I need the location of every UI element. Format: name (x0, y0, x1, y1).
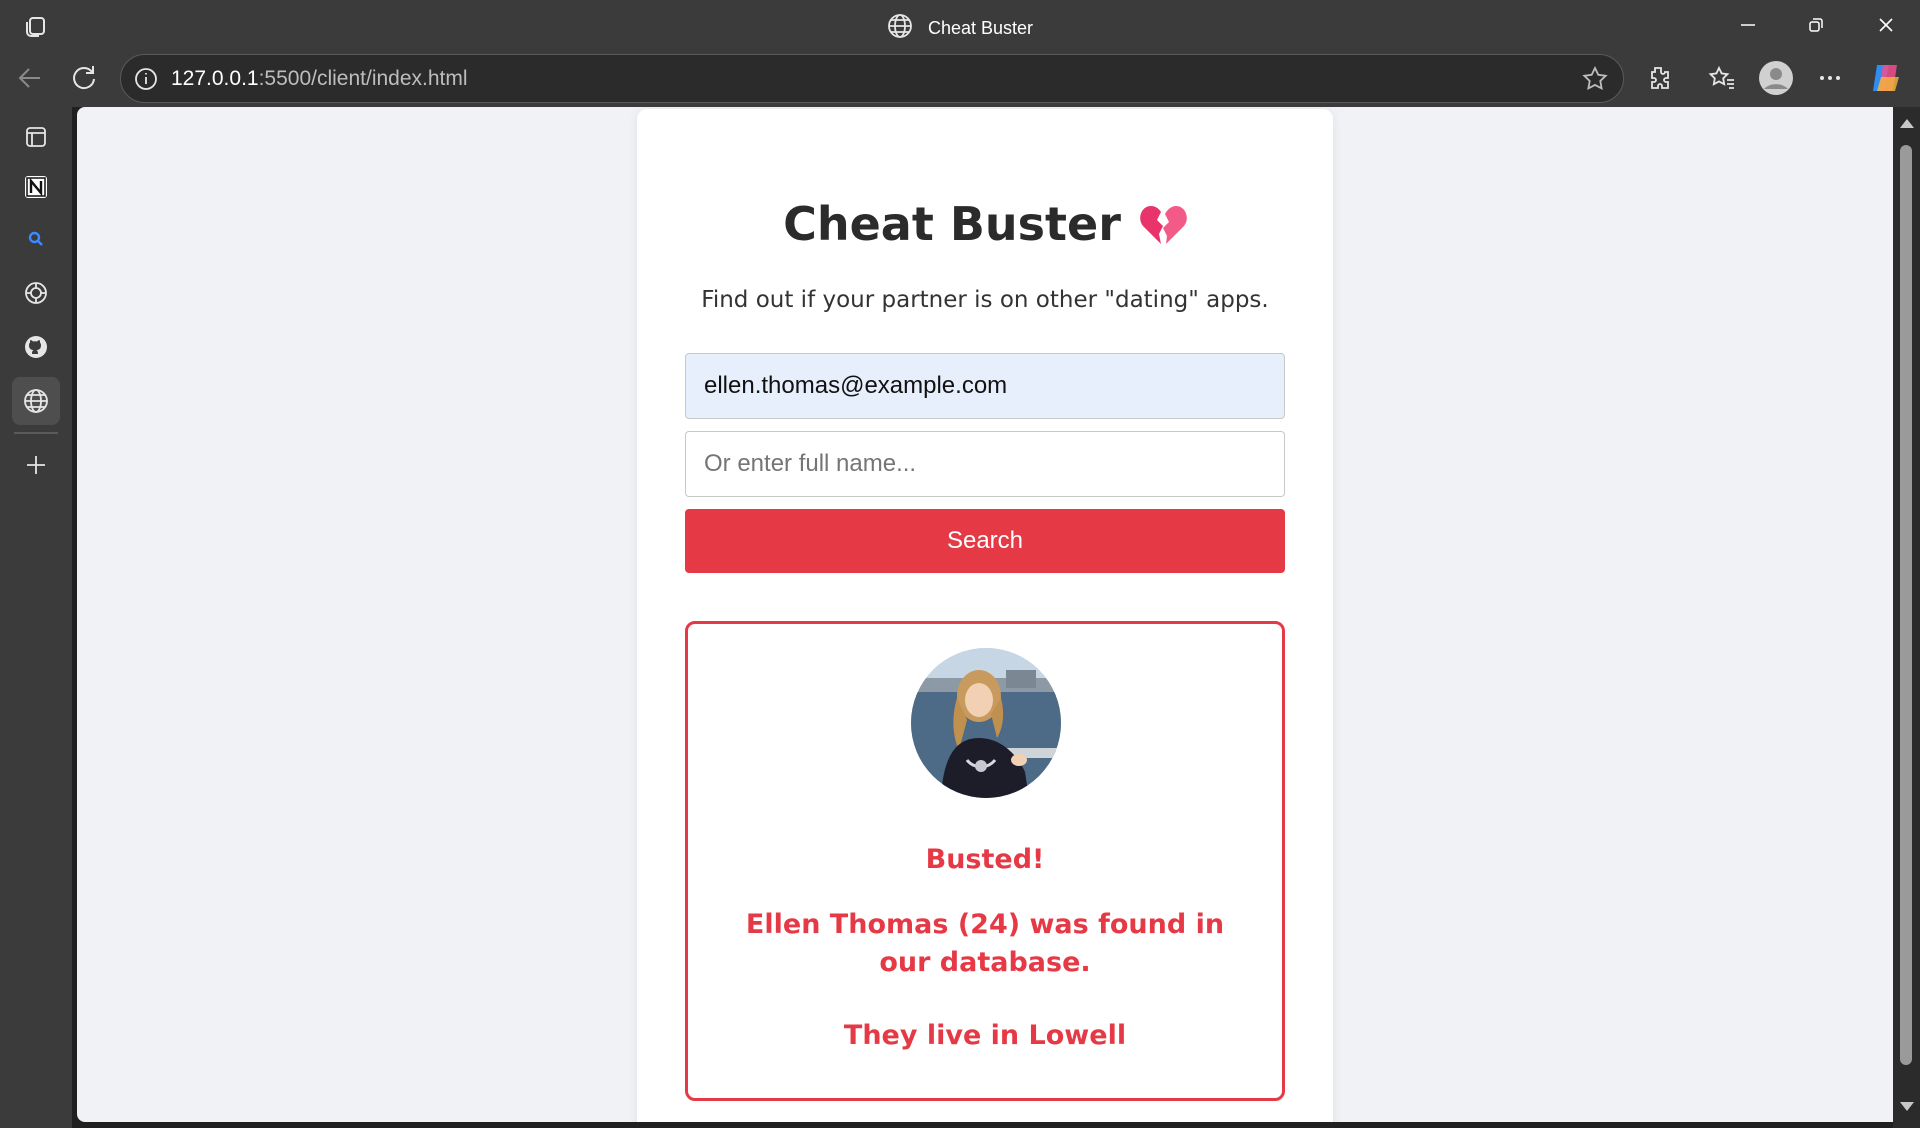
arrow-left-icon (18, 68, 40, 88)
favorite-star-icon[interactable] (1581, 65, 1609, 93)
sidebar-item-notion[interactable] (12, 163, 60, 211)
avatar-icon (1759, 61, 1793, 95)
sidebar-item-layout[interactable] (12, 113, 60, 161)
favorites-icon (1708, 65, 1734, 89)
copilot-icon (1873, 65, 1899, 91)
browser-toolbar: 127.0.0.1:5500/client/index.html (0, 50, 1920, 107)
search-icon (28, 231, 43, 246)
refresh-icon (73, 66, 95, 90)
broken-heart-icon (1139, 202, 1187, 257)
close-icon (1879, 18, 1893, 32)
ellipsis-icon (1820, 76, 1840, 80)
favorites-button[interactable] (1702, 58, 1742, 98)
url-text[interactable]: 127.0.0.1:5500/client/index.html (171, 67, 468, 91)
url-path: :5500/client/index.html (258, 67, 468, 90)
page-scrollbar[interactable] (1893, 107, 1920, 1128)
layout-icon (26, 127, 46, 147)
scroll-down-icon[interactable] (1900, 1102, 1914, 1111)
extensions-button[interactable] (1640, 58, 1680, 98)
close-button[interactable] (1856, 0, 1916, 50)
restore-button[interactable] (1786, 0, 1846, 50)
sidebar-add-button[interactable] (12, 441, 60, 489)
result-message: Ellen Thomas (24) was found in our datab… (728, 906, 1242, 982)
minimize-button[interactable] (1718, 0, 1778, 50)
minimize-icon (1741, 24, 1755, 26)
result-panel: Busted! Ellen Thomas (24) was found in o… (685, 621, 1285, 1101)
scrollbar-thumb[interactable] (1900, 145, 1912, 1065)
busted-heading: Busted! (925, 844, 1045, 875)
globe-icon (24, 389, 48, 413)
info-icon[interactable] (133, 66, 159, 92)
notion-icon (25, 176, 47, 198)
result-name: Ellen Thomas (745, 909, 949, 940)
profile-button[interactable] (1756, 58, 1796, 98)
sidebar-item-search[interactable] (12, 215, 60, 263)
add-icon (27, 456, 45, 474)
sidebar-item-chatgpt[interactable] (12, 269, 60, 317)
result-location: They live in Lowell (843, 1020, 1127, 1051)
back-button[interactable] (10, 58, 50, 98)
profile-photo (911, 648, 1061, 798)
page-viewport: Cheat Buster Find out if your partner is… (77, 107, 1893, 1122)
page-title-text: Cheat Buster (783, 197, 1121, 251)
address-bar[interactable]: 127.0.0.1:5500/client/index.html (120, 54, 1624, 103)
browser-sidebar (0, 107, 72, 1128)
url-host: 127.0.0.1 (171, 67, 259, 90)
github-icon (25, 336, 47, 358)
puzzle-icon (1651, 67, 1669, 89)
copilot-button[interactable] (1866, 58, 1906, 98)
window-titlebar: Cheat Buster (0, 0, 1920, 50)
window-title: Cheat Buster (0, 13, 1920, 39)
main-card: Cheat Buster Find out if your partner is… (637, 109, 1333, 1122)
email-field[interactable] (685, 353, 1285, 419)
page-subtitle: Find out if your partner is on other "da… (701, 287, 1269, 313)
full-name-field[interactable] (685, 431, 1285, 497)
sidebar-divider (14, 432, 58, 434)
more-menu-button[interactable] (1810, 58, 1850, 98)
restore-icon (1809, 18, 1823, 32)
refresh-button[interactable] (64, 58, 104, 98)
openai-icon (25, 282, 47, 304)
sidebar-item-github[interactable] (12, 323, 60, 371)
globe-icon (888, 14, 912, 38)
sidebar-item-web[interactable] (12, 377, 60, 425)
scroll-up-icon[interactable] (1900, 119, 1914, 128)
page-title: Cheat Buster (637, 197, 1333, 257)
search-button[interactable]: Search (685, 509, 1285, 573)
window-title-text: Cheat Buster (927, 18, 1034, 38)
